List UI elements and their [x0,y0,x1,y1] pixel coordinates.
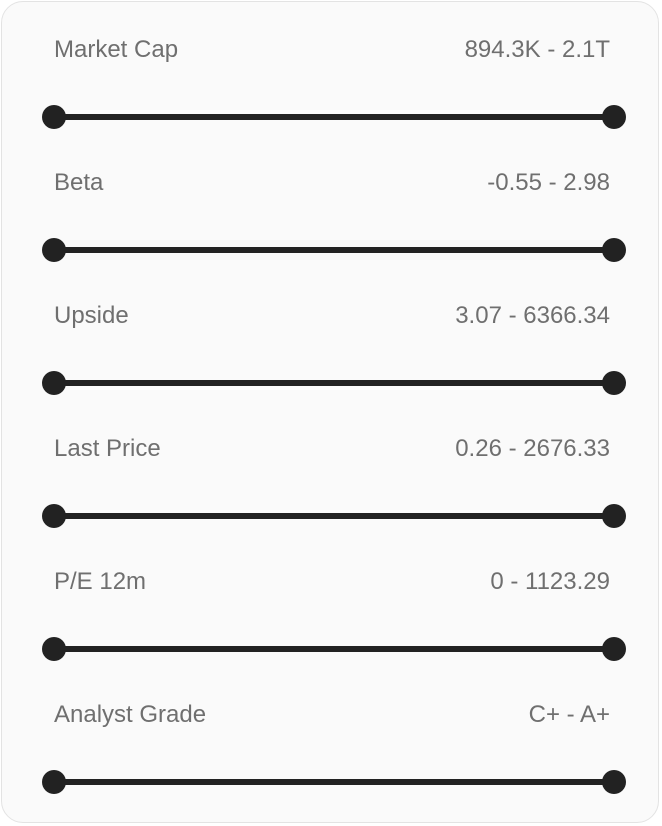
slider-max-handle[interactable] [602,770,626,794]
slider-track[interactable] [54,513,614,519]
filter-range-value: 0 - 1123.29 [490,568,610,595]
filter-label: P/E 12m [54,568,147,595]
filter-label: Last Price [54,435,161,462]
slider-max-handle[interactable] [602,371,626,395]
slider-min-handle[interactable] [42,371,66,395]
filter-range-value: 3.07 - 6366.34 [455,302,610,329]
slider-min-handle[interactable] [42,504,66,528]
slider-max-handle[interactable] [602,105,626,129]
filter-range-value: C+ - A+ [528,701,610,728]
pe-12m-range-slider[interactable] [42,634,626,664]
filter-upside: Upside 3.07 - 6366.34 [2,268,658,401]
slider-track[interactable] [54,380,614,386]
last-price-range-slider[interactable] [42,501,626,531]
filter-label: Analyst Grade [54,701,207,728]
filter-beta: Beta -0.55 - 2.98 [2,135,658,268]
slider-min-handle[interactable] [42,770,66,794]
beta-range-slider[interactable] [42,235,626,265]
slider-track[interactable] [54,779,614,785]
filter-pe-12m: P/E 12m 0 - 1123.29 [2,534,658,667]
filter-range-value: 894.3K - 2.1T [464,36,610,63]
upside-range-slider[interactable] [42,368,626,398]
slider-track[interactable] [54,646,614,652]
slider-max-handle[interactable] [602,238,626,262]
slider-min-handle[interactable] [42,105,66,129]
slider-track[interactable] [54,114,614,120]
slider-max-handle[interactable] [602,637,626,661]
slider-min-handle[interactable] [42,637,66,661]
filter-label: Upside [54,302,129,329]
filter-range-value: -0.55 - 2.98 [487,169,610,196]
filter-analyst-grade: Analyst Grade C+ - A+ [2,667,658,800]
slider-max-handle[interactable] [602,504,626,528]
analyst-grade-range-slider[interactable] [42,767,626,797]
filter-label: Beta [54,169,104,196]
filter-range-value: 0.26 - 2676.33 [455,435,610,462]
slider-min-handle[interactable] [42,238,66,262]
market-cap-range-slider[interactable] [42,102,626,132]
filter-panel: Market Cap 894.3K - 2.1T Beta -0.55 - 2.… [1,1,659,823]
slider-track[interactable] [54,247,614,253]
filter-market-cap: Market Cap 894.3K - 2.1T [2,2,658,135]
filter-label: Market Cap [54,36,179,63]
filter-last-price: Last Price 0.26 - 2676.33 [2,401,658,534]
